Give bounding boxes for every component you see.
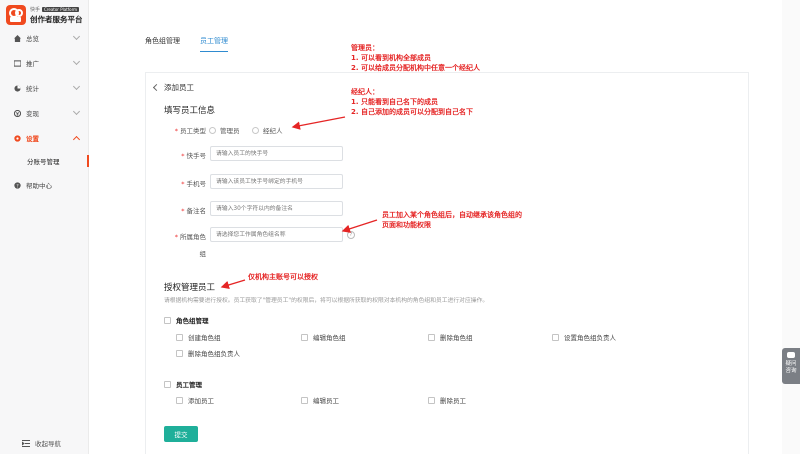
checkbox-label: 编辑角色组 xyxy=(313,334,346,342)
sidebar: 快手 Creator Platform 创作者服务平台 总览 推广 统计 变现 设… xyxy=(0,0,89,454)
radio-agent[interactable]: 经纪人 xyxy=(252,125,283,135)
phone-label: * 手机号 xyxy=(181,180,206,188)
checkbox-icon xyxy=(164,316,171,324)
sidebar-item-label: 设置 xyxy=(26,135,39,143)
checkbox-set-role-owner[interactable]: 设置角色组负责人 xyxy=(552,332,616,342)
sidebar-item-overview[interactable]: 总览 xyxy=(0,30,89,46)
checkbox-delete-role-group[interactable]: 删除角色组 xyxy=(428,332,473,342)
annotation-agent: 经纪人： 1. 只能看到自己名下的成员 2. 自己添加的成员可以分配到自己名下 xyxy=(351,88,473,116)
checkbox-icon xyxy=(428,396,435,404)
checkbox-label: 创建角色组 xyxy=(188,334,221,342)
radio-admin-label: 管理员 xyxy=(220,127,240,135)
radio-admin[interactable]: 管理员 xyxy=(209,125,240,135)
sidebar-item-monetize[interactable]: 变现 xyxy=(0,105,89,121)
float-label-2: 咨询 xyxy=(785,368,797,374)
checkbox-icon xyxy=(176,333,183,341)
annotation-admin: 管理员： 1. 可以看到机构全部成员 2. 可以给成员分配机构中任意一个经纪人 xyxy=(351,44,480,72)
checkbox-icon xyxy=(164,380,171,388)
sidebar-item-settings[interactable]: 设置 xyxy=(0,130,89,146)
radio-circle-icon xyxy=(209,126,216,134)
checkbox-label: 删除员工 xyxy=(440,397,466,405)
brand-name: 创作者服务平台 xyxy=(30,14,83,24)
home-icon xyxy=(14,34,21,42)
checkbox-edit-employee[interactable]: 编辑员工 xyxy=(301,395,339,405)
add-employee-card: 添加员工 填写员工信息 *员工类型 管理员 经纪人 *快手号 *手机号 *备注名… xyxy=(145,72,749,454)
annotation-role-group: 员工加入某个角色组后，自动继承该角色组的 页面和功能权限 xyxy=(382,211,522,229)
section-authorize: 授权管理员工 xyxy=(164,283,216,293)
remark-input[interactable] xyxy=(210,201,343,216)
authorize-description: 请根据机构需要进行授权。员工获取了"管理员工"的权限后，将可以根据所获取的权限对… xyxy=(164,298,489,304)
brand-tag: Creator Platform xyxy=(42,6,80,12)
chevron-left-icon xyxy=(152,83,161,92)
money-icon xyxy=(14,109,21,117)
employee-type-label: * 员工类型 xyxy=(174,127,206,135)
section-employee-info: 填写员工信息 xyxy=(164,106,216,116)
kuaishou-id-label: * 快手号 xyxy=(181,152,206,160)
menu-collapse-icon xyxy=(22,439,30,447)
checkbox-label: 编辑员工 xyxy=(313,397,339,405)
logo[interactable]: 快手 Creator Platform 创作者服务平台 xyxy=(6,5,83,25)
help-circle-icon[interactable]: ? xyxy=(347,231,355,239)
checkbox-icon xyxy=(301,333,308,341)
checkbox-label: 角色组管理 xyxy=(176,317,209,325)
checkbox-edit-role-group[interactable]: 编辑角色组 xyxy=(301,332,346,342)
radio-agent-label: 经纪人 xyxy=(263,127,283,135)
checkbox-employee-mgmt[interactable]: 员工管理 xyxy=(164,379,202,389)
kuaishou-logo-icon xyxy=(6,5,26,25)
kuaishou-id-input[interactable] xyxy=(210,146,343,161)
checkbox-label: 添加员工 xyxy=(188,397,214,405)
submit-button[interactable]: 提交 xyxy=(164,426,198,442)
checkbox-create-role-group[interactable]: 创建角色组 xyxy=(176,332,221,342)
checkbox-icon xyxy=(428,333,435,341)
tab-employees[interactable]: 员工管理 xyxy=(200,36,228,52)
tab-role-groups[interactable]: 角色组管理 xyxy=(145,36,180,52)
annotation-authorize: 仅机构主账号可以授权 xyxy=(248,273,318,281)
tabs: 角色组管理 员工管理 xyxy=(145,36,228,52)
checkbox-label: 删除角色组负责人 xyxy=(188,350,240,358)
sidebar-item-help[interactable]: ? 帮助中心 xyxy=(0,177,89,193)
collapse-nav-label: 收起导航 xyxy=(35,440,61,448)
sidebar-item-promote[interactable]: 推广 xyxy=(0,55,89,71)
sidebar-item-stats[interactable]: 统计 xyxy=(0,80,89,96)
gear-icon xyxy=(14,134,21,142)
float-label-1: 疑问 xyxy=(785,361,797,367)
phone-input[interactable] xyxy=(210,174,343,189)
radio-circle-icon xyxy=(252,126,259,134)
consult-float-button[interactable]: 疑问 咨询 xyxy=(782,348,800,384)
checkbox-label: 员工管理 xyxy=(176,381,202,389)
checkbox-icon xyxy=(301,396,308,404)
brand-small: 快手 xyxy=(30,6,41,13)
checkbox-add-employee[interactable]: 添加员工 xyxy=(176,395,214,405)
checkbox-label: 删除角色组 xyxy=(440,334,473,342)
checkbox-role-group-mgmt[interactable]: 角色组管理 xyxy=(164,315,209,325)
folder-icon xyxy=(14,59,21,67)
sidebar-item-label: 总览 xyxy=(26,35,39,43)
back-label: 添加员工 xyxy=(164,83,194,92)
sidebar-item-label: 帮助中心 xyxy=(26,182,52,190)
sidebar-item-label: 分账号管理 xyxy=(27,158,60,166)
chat-bubble-icon xyxy=(787,352,795,358)
checkbox-icon xyxy=(176,349,183,357)
sidebar-item-label: 推广 xyxy=(26,60,39,68)
sidebar-subitem-accounts[interactable]: 分账号管理 xyxy=(0,153,89,169)
checkbox-delete-role-owner[interactable]: 删除角色组负责人 xyxy=(176,348,240,358)
help-icon: ? xyxy=(14,181,21,189)
role-group-label: * 所属角色 xyxy=(174,233,206,241)
role-group-label-cont: 组 xyxy=(199,250,207,258)
chart-icon xyxy=(14,84,21,92)
sidebar-item-label: 变现 xyxy=(26,110,39,118)
checkbox-label: 设置角色组负责人 xyxy=(564,334,616,342)
sidebar-item-label: 统计 xyxy=(26,85,39,93)
role-group-select[interactable] xyxy=(210,227,343,242)
checkbox-icon xyxy=(552,333,559,341)
back-button[interactable]: 添加员工 xyxy=(152,82,194,93)
collapse-nav-button[interactable]: 收起导航 xyxy=(22,438,61,448)
page-scrollbar[interactable] xyxy=(782,0,800,454)
checkbox-icon xyxy=(176,396,183,404)
checkbox-delete-employee[interactable]: 删除员工 xyxy=(428,395,466,405)
remark-label: * 备注名 xyxy=(181,207,206,215)
